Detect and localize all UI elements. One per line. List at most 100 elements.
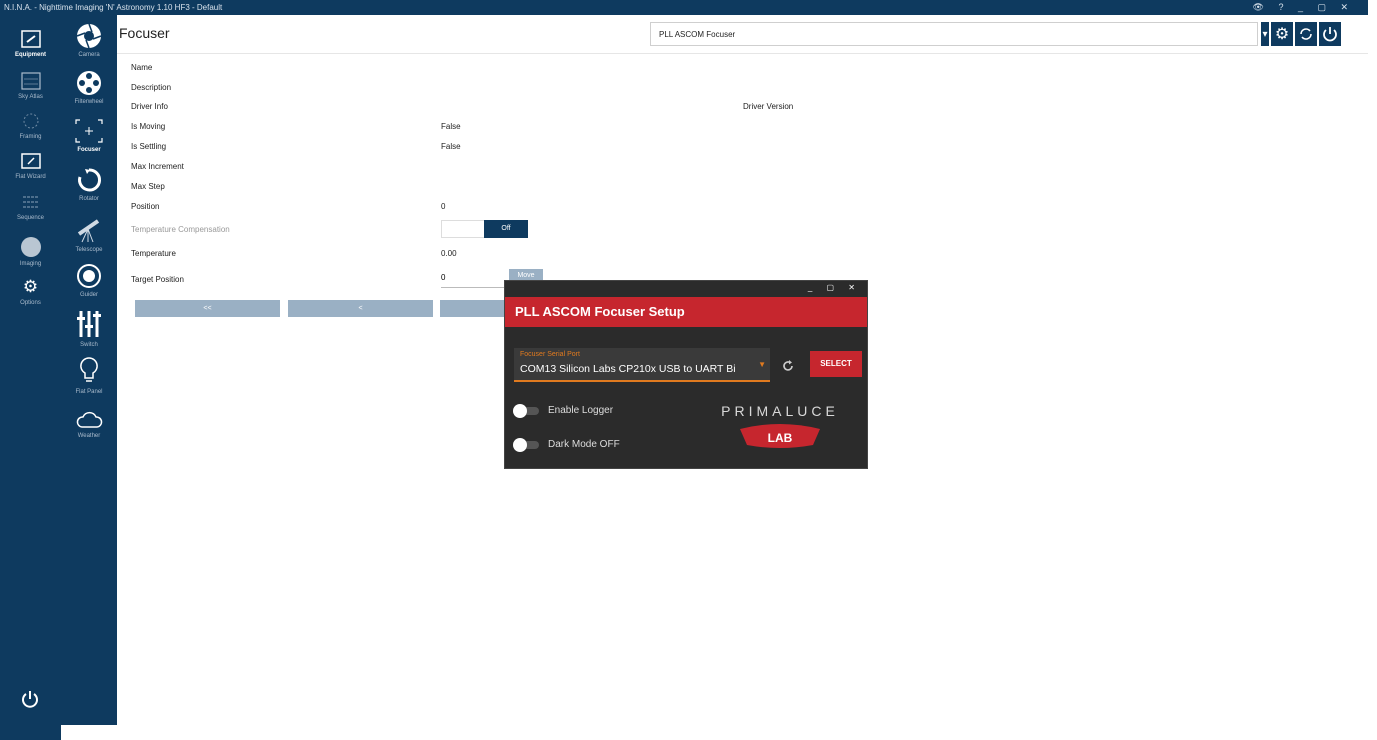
select-port-button[interactable]: SELECT [810,351,862,377]
nav-label: Framing [19,134,42,140]
prop-label: Temperature [131,249,176,258]
nav-flat-wizard[interactable]: Flat Wizard [0,151,61,180]
device-selector-value: PLL ASCOM Focuser [659,30,736,39]
refresh-icon [783,360,793,371]
primaluce-lab-logo: PRIMALUCE LAB [705,403,855,451]
device-selector[interactable]: PLL ASCOM Focuser [650,22,1258,46]
prop-value: False [441,142,461,151]
prop-label: Target Position [131,275,184,284]
nav-guider[interactable]: Guider [61,263,117,298]
nav-label: Filterwheel [74,99,104,105]
dialog-title: PLL ASCOM Focuser Setup [505,297,867,327]
title-bar: N.I.N.A. - Nighttime Imaging 'N' Astrono… [0,0,1368,15]
temp-compensation-toggle[interactable]: Off [441,220,528,238]
prop-value: False [441,122,461,131]
camera-aperture-icon [76,23,102,49]
framing-icon [23,113,38,129]
step-left-small-button[interactable]: < [288,300,433,317]
serial-port-label: Focuser Serial Port [520,351,580,358]
primary-sidebar: Equipment Sky Atlas Framing Flat Wizard … [0,15,61,740]
flat-panel-bulb-icon [80,357,98,382]
page-title: Focuser [119,25,170,41]
nav-label: Flat Panel [75,389,103,395]
device-settings-button[interactable]: ⚙ [1271,22,1293,46]
telescope-frame-icon [20,30,41,48]
nav-label: Telescope [75,247,103,253]
nav-switch[interactable]: Switch [61,309,117,348]
temp-compensation-off: Off [484,220,528,238]
logo-lab-badge: LAB [740,424,820,448]
gear-icon: ⚙ [1274,26,1290,43]
step-right-small-button[interactable] [440,300,510,317]
options-gear-icon: ⚙ [22,277,39,296]
nav-label: Sky Atlas [18,94,43,100]
nav-label: Equipment [15,52,46,58]
serial-port-value: COM13 Silicon Labs CP210x USB to UART Bi [520,363,736,375]
nav-label: Rotator [79,196,99,202]
dark-mode-label: Dark Mode OFF [548,439,620,450]
target-position-input[interactable]: 0 [441,269,505,288]
telescope-icon [77,219,100,243]
prop-label: Name [131,63,153,72]
prop-label: Max Increment [131,162,184,171]
nav-sky-atlas[interactable]: Sky Atlas [0,71,61,100]
nav-label: Sequence [16,215,45,221]
enable-logger-switch[interactable] [513,404,541,418]
nav-rotator[interactable]: Rotator [61,167,117,202]
dropdown-arrow-icon: ▼ [758,360,766,369]
nav-filterwheel[interactable]: Filterwheel [61,70,117,105]
power-button[interactable] [21,690,39,713]
window-title: N.I.N.A. - Nighttime Imaging 'N' Astrono… [4,3,223,12]
device-connect-button[interactable] [1319,22,1341,46]
prop-label: Is Settling [131,142,167,151]
nav-sequence[interactable]: Sequence [0,192,61,221]
rotator-icon [78,168,101,192]
nav-label: Flat Wizard [15,174,46,180]
sequence-icon [22,196,39,208]
flat-wizard-icon [20,153,41,169]
sky-map-icon [20,72,41,90]
prop-label: Position [131,202,160,211]
switch-sliders-icon [77,311,101,337]
focuser-setup-dialog: _ ▢ ✕ PLL ASCOM Focuser Setup Focuser Se… [504,280,868,469]
dialog-window-controls[interactable]: _ ▢ ✕ [808,283,861,292]
nav-label: Switch [80,342,98,348]
guider-icon [77,264,101,288]
nav-camera[interactable]: Camera [61,23,117,58]
nav-label: Options [20,300,41,306]
weather-cloud-icon [76,411,103,428]
nav-label: Imaging [19,261,42,267]
nav-framing[interactable]: Framing [0,111,61,140]
dialog-titlebar: _ ▢ ✕ [505,281,867,297]
prop-label: Max Step [131,182,165,191]
focuser-icon [75,119,103,143]
nav-options[interactable]: ⚙ Options [0,277,61,306]
nav-flat-panel[interactable]: Flat Panel [61,356,117,395]
nav-imaging[interactable]: Imaging [0,236,61,267]
equipment-sidebar: Camera Filterwheel Focuser Rotator Teles… [61,15,117,725]
nav-equipment[interactable]: Equipment [0,29,61,58]
power-icon [22,691,38,708]
nav-label: Guider [79,292,98,298]
nav-telescope[interactable]: Telescope [61,216,117,253]
refresh-icon [1300,28,1312,40]
nav-focuser[interactable]: Focuser [61,118,117,153]
chevron-down-icon: ▾ [1262,28,1268,40]
prop-label: Description [131,83,172,92]
device-dropdown-button[interactable]: ▾ [1261,22,1269,46]
serial-port-dropdown[interactable]: Focuser Serial Port COM13 Silicon Labs C… [514,348,770,382]
nav-weather[interactable]: Weather [61,410,117,439]
enable-logger-label: Enable Logger [548,405,614,416]
prop-value: 0.00 [441,249,457,258]
right-edge [1368,0,1377,740]
device-rescan-button[interactable] [1295,22,1317,46]
prop-label: Driver Info [131,102,168,111]
panel-header: Focuser PLL ASCOM Focuser ▾ ⚙ [117,15,1368,54]
device-toolbar: ▾ ⚙ [1261,22,1341,46]
nav-label: Camera [78,52,100,58]
prop-label: Temperature Compensation [131,225,230,234]
window-controls[interactable]: 👁 ? _ ▢ ✕ [1253,0,1354,15]
refresh-ports-button[interactable] [782,359,794,377]
dark-mode-switch[interactable] [513,438,541,452]
step-left-large-button[interactable]: << [135,300,280,317]
